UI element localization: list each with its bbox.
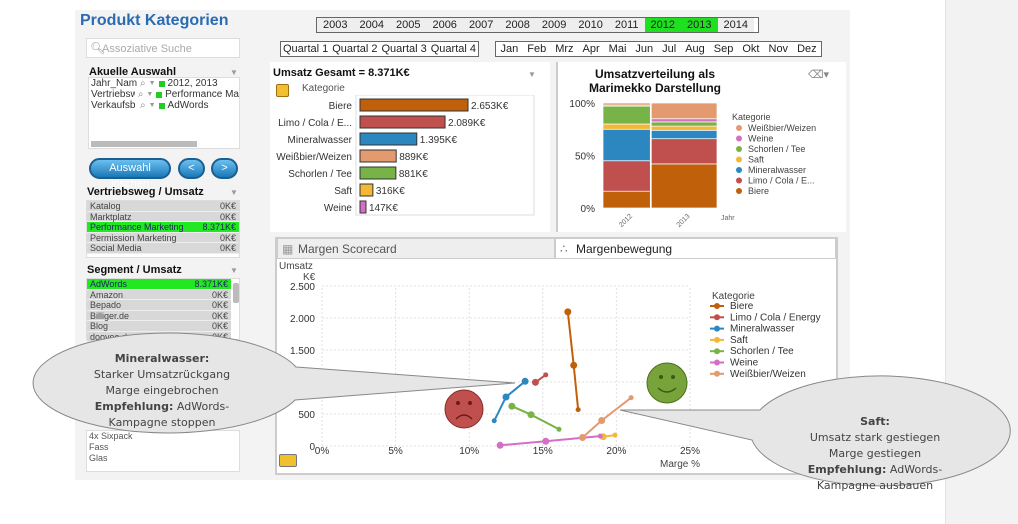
- callout-right-line1: Umsatz stark gestiegen: [810, 431, 940, 444]
- callout-left-line2: Marge eingebrochen: [105, 384, 218, 397]
- svg-text:Mineralwasser:: Mineralwasser:: [115, 352, 210, 365]
- svg-text:Saft:: Saft:: [860, 415, 890, 428]
- callout-right-line4: Kampagne ausbauen: [817, 479, 933, 492]
- svg-text:Empfehlung: AdWords-: Empfehlung: AdWords-: [95, 400, 229, 413]
- callout-right-heading: Saft:: [860, 415, 890, 428]
- callout-left-rec-text: AdWords-: [173, 400, 229, 413]
- callouts: Mineralwasser: Starker Umsatzrückgang Ma…: [32, 332, 1011, 492]
- svg-text:Empfehlung: AdWords-: Empfehlung: AdWords-: [808, 463, 942, 476]
- callout-left-rec-label: Empfehlung:: [95, 400, 174, 413]
- callout-left-heading: Mineralwasser:: [115, 352, 210, 365]
- callout-right-rec-label: Empfehlung:: [808, 463, 887, 476]
- callout-left-bubble: [32, 332, 516, 434]
- callout-right-rec-text: AdWords-: [886, 463, 942, 476]
- callout-left-line4: Kampagne stoppen: [109, 416, 216, 429]
- callout-right-line2: Marge gestiegen: [829, 447, 921, 460]
- callout-left-line1: Starker Umsatzrückgang: [94, 368, 230, 381]
